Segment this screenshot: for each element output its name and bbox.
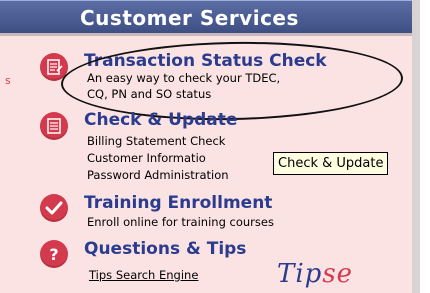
list-icon[interactable] (40, 112, 68, 140)
tooltip: Check & Update (273, 152, 389, 175)
check-icon[interactable] (40, 194, 68, 222)
password-administration-link[interactable]: Password Administration (87, 168, 229, 182)
training-desc: Enroll online for training courses (87, 215, 274, 229)
customer-information-link[interactable]: Customer Informatio (87, 151, 206, 165)
questions-tips-link[interactable]: Questions & Tips (84, 239, 246, 259)
tipse-logo[interactable]: Tipse (277, 259, 353, 289)
panel-title: Customer Services (80, 6, 299, 30)
tipse-main: Tip (277, 259, 323, 289)
tips-search-engine-link[interactable]: Tips Search Engine (89, 268, 198, 282)
check-update-link[interactable]: Check & Update (84, 110, 237, 130)
svg-text:?: ? (49, 245, 58, 264)
left-clipped-text: s (5, 74, 11, 87)
billing-statement-check-link[interactable]: Billing Statement Check (87, 134, 225, 148)
panel-shadow (412, 0, 420, 293)
training-enrollment-link[interactable]: Training Enrollment (84, 193, 272, 213)
question-icon[interactable]: ? (40, 240, 68, 268)
panel-header: Customer Services (0, 0, 412, 33)
header-divider (0, 33, 412, 36)
tipse-accent: se (322, 259, 354, 289)
